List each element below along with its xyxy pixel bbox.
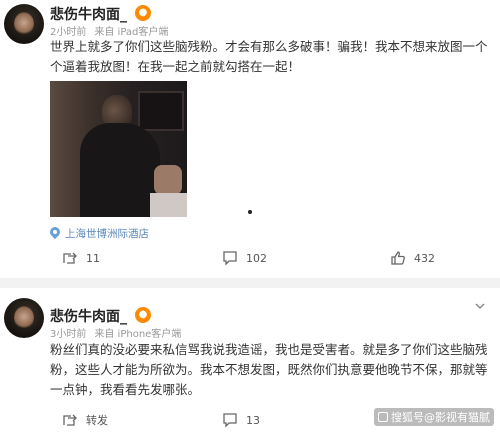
feed-divider <box>0 278 500 288</box>
avatar[interactable] <box>4 298 44 338</box>
location-text: 上海世博洲际酒店 <box>65 227 149 240</box>
like-count: 432 <box>414 251 435 265</box>
location-tag[interactable]: 上海世博洲际酒店 <box>50 224 149 242</box>
emoji-badge-icon: ● <box>135 5 151 21</box>
repost-button[interactable]: 11 <box>62 250 100 266</box>
repost-count: 11 <box>86 251 100 265</box>
post-card-2: 悲伤牛肉面_ ● 3小时前 来自 iPhone客户端 粉丝们真的没必要来私信骂我说… <box>0 288 500 434</box>
post-time: 3小时前 <box>50 329 87 340</box>
dot-marker <box>248 210 252 214</box>
like-button[interactable]: 432 <box>390 250 435 266</box>
username[interactable]: 悲伤牛肉面_ <box>50 306 127 326</box>
post-content: 粉丝们真的没必要来私信骂我说我造谣，我也是受害者。就是多了你们这些脑残粉，这些人… <box>50 342 488 397</box>
action-bar: 11 102 432 <box>0 250 500 270</box>
post-content: 世界上就多了你们这些脑残粉。才会有那么多破事！骗我！我本不想来放图一个个逼着我放… <box>50 39 488 74</box>
comment-icon <box>223 251 237 266</box>
emoji-badge-icon: ● <box>135 307 151 323</box>
post-source: 来自 iPhone客户端 <box>94 329 182 340</box>
pin-icon <box>50 227 60 240</box>
watermark-text: 搜狐号@影视有猫腻 <box>391 411 490 424</box>
watermark-icon <box>378 412 388 422</box>
repost-button[interactable]: 转发 <box>62 412 108 428</box>
comment-count: 102 <box>246 251 267 265</box>
repost-icon <box>63 252 77 264</box>
like-icon <box>391 251 405 265</box>
comment-button[interactable]: 102 <box>222 250 267 266</box>
post-meta: 2小时前 来自 iPad客户端 <box>50 23 176 38</box>
chevron-down-icon[interactable] <box>474 300 486 312</box>
repost-icon <box>63 414 77 426</box>
repost-label: 转发 <box>86 414 108 427</box>
post-photo[interactable] <box>50 81 187 217</box>
comment-count: 13 <box>246 413 260 427</box>
post-card-1: 悲伤牛肉面_ ● 2小时前 来自 iPad客户端 世界上就多了你们这些脑残粉。才会… <box>0 0 500 278</box>
comment-button[interactable]: 13 <box>222 412 260 428</box>
username[interactable]: 悲伤牛肉面_ <box>50 4 127 24</box>
watermark: 搜狐号@影视有猫腻 <box>374 408 494 426</box>
avatar[interactable] <box>4 4 44 44</box>
post-meta: 3小时前 来自 iPhone客户端 <box>50 325 189 340</box>
comment-icon <box>223 413 237 428</box>
